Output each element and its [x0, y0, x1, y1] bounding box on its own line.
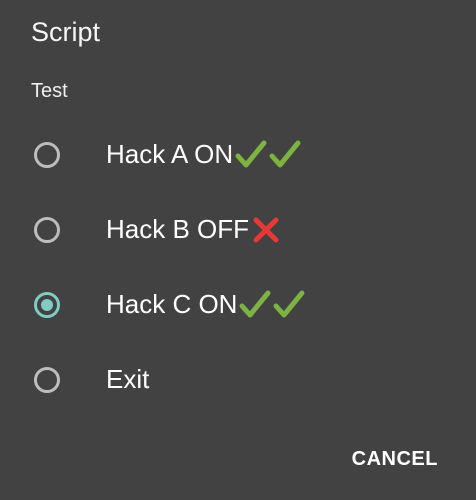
option-label: Hack A ON — [106, 139, 301, 170]
check-icon — [235, 140, 267, 170]
script-dialog: Script Test Hack A ON Hack B OFF Hack C … — [0, 0, 476, 500]
option-exit[interactable]: Exit — [0, 342, 476, 417]
dialog-title: Script — [31, 17, 101, 47]
cross-icon — [251, 215, 281, 245]
check-icon — [273, 290, 305, 320]
radio-button[interactable] — [34, 366, 60, 393]
radio-button-selected[interactable] — [34, 291, 60, 318]
option-label: Hack C ON — [106, 289, 305, 320]
option-hack-b[interactable]: Hack B OFF — [0, 192, 476, 267]
cancel-button[interactable]: CANCEL — [352, 448, 438, 471]
check-icon — [239, 290, 271, 320]
radio-button[interactable] — [34, 141, 60, 168]
option-hack-c[interactable]: Hack C ON — [0, 267, 476, 342]
dialog-message: Test — [31, 80, 68, 102]
option-label: Hack B OFF — [106, 214, 281, 245]
check-icon — [269, 140, 301, 170]
option-label: Exit — [106, 364, 150, 394]
option-hack-a[interactable]: Hack A ON — [0, 117, 476, 192]
radio-button[interactable] — [34, 216, 60, 243]
